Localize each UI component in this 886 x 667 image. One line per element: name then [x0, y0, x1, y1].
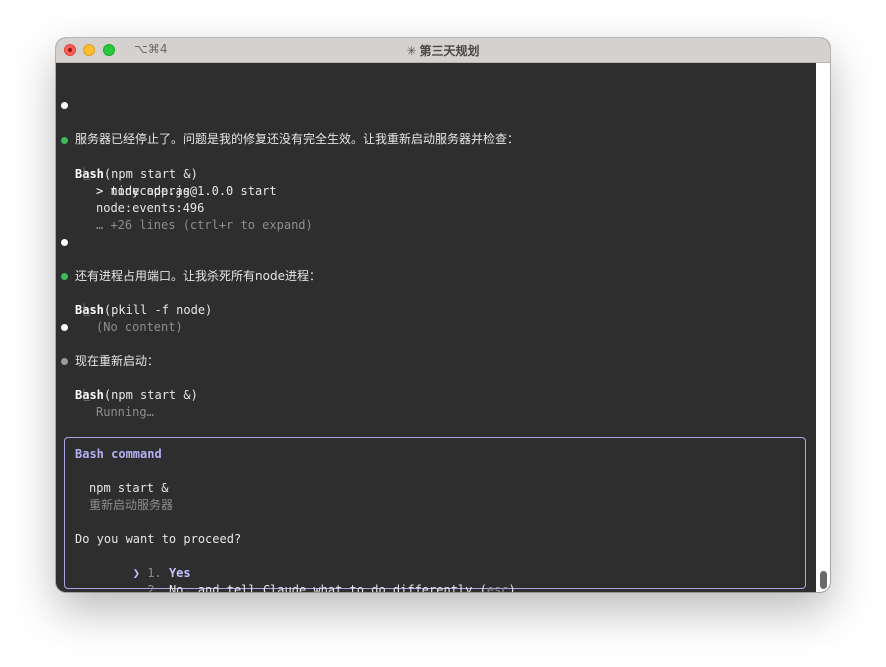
- output-text: (No content): [96, 320, 183, 334]
- expand-hint-text: … +26 lines (ctrl+r to expand): [96, 218, 313, 232]
- output-text: node:events:496: [96, 201, 205, 215]
- assistant-message: 现在重新启动：: [56, 319, 159, 368]
- success-bullet-icon: [61, 273, 68, 280]
- tool-output-line: node:events:496: [56, 183, 204, 215]
- tool-args: (npm start &): [103, 167, 198, 181]
- option-number: 2.: [147, 583, 162, 592]
- message-text: 还有进程占用端口。让我杀死所有node进程：: [75, 269, 321, 283]
- message-bullet-icon: [61, 324, 68, 331]
- prompt-question: Do you want to proceed?: [75, 532, 242, 546]
- activity-star-icon: ✳: [406, 44, 417, 58]
- expand-hint[interactable]: … +26 lines (ctrl+r to expand): [56, 200, 313, 232]
- scrollbar-thumb[interactable]: [820, 571, 827, 589]
- message-bullet-icon: [61, 102, 68, 109]
- scrollbar[interactable]: [816, 63, 830, 592]
- message-bullet-icon: [61, 239, 68, 246]
- tool-call-header: Bash(npm start &): [56, 353, 198, 402]
- option-key-hint: esc: [486, 583, 509, 592]
- prompt-command: npm start &: [89, 481, 169, 495]
- prompt-description: 重新启动服务器: [89, 498, 174, 512]
- elbow-connector-icon: ⎿: [78, 303, 91, 317]
- tool-args: (pkill -f node): [103, 303, 213, 317]
- message-text: 服务器已经停止了。问题是我的修复还没有完全生效。让我重新启动服务器并检查：: [75, 132, 520, 146]
- output-text: > node app.js: [96, 184, 190, 198]
- option-no-instruct[interactable]: 2. No, and tell Claude what to do differ…: [75, 565, 516, 592]
- tool-output-line: ⎿ > tinycoderag@1.0.0 start: [56, 149, 277, 198]
- output-text: Running…: [96, 405, 154, 419]
- tool-output-line: > node app.js: [56, 166, 190, 198]
- assistant-message: 服务器已经停止了。问题是我的修复还没有完全生效。让我重新启动服务器并检查：: [56, 97, 519, 146]
- assistant-message: 还有进程占用端口。让我杀死所有node进程：: [56, 234, 321, 283]
- option-yes[interactable]: ❯ 1. Yes: [75, 548, 191, 580]
- elbow-connector-icon: ⎿: [78, 388, 91, 402]
- option-label: No, and tell Claude what to do different…: [168, 583, 487, 592]
- option-label-end: ): [508, 583, 516, 592]
- pending-bullet-icon: [61, 358, 68, 365]
- success-bullet-icon: [61, 137, 68, 144]
- window-title-text: 第三天规划: [419, 44, 480, 58]
- prompt-title: Bash command: [75, 447, 162, 461]
- tool-args: (npm start &): [103, 388, 198, 402]
- tool-output-line: ⎿ Running…: [56, 370, 154, 419]
- title-bar: ⌥⌘4 ✳ 第三天规划: [56, 38, 830, 63]
- terminal-window: ⌥⌘4 ✳ 第三天规划 服务器已经停止了。问题是我的修复还没有完全生效。让我重新启…: [56, 38, 830, 592]
- tool-output-line: ⎿ (No content): [56, 285, 183, 334]
- terminal-output[interactable]: 服务器已经停止了。问题是我的修复还没有完全生效。让我重新启动服务器并检查： Ba…: [56, 63, 816, 592]
- permission-prompt: Bash command npm start & 重新启动服务器 Do you …: [64, 437, 806, 592]
- tool-call-header: Bash(npm start &): [56, 132, 198, 181]
- window-title: ✳ 第三天规划: [56, 42, 830, 59]
- tool-call-header: Bash(pkill -f node): [56, 268, 212, 317]
